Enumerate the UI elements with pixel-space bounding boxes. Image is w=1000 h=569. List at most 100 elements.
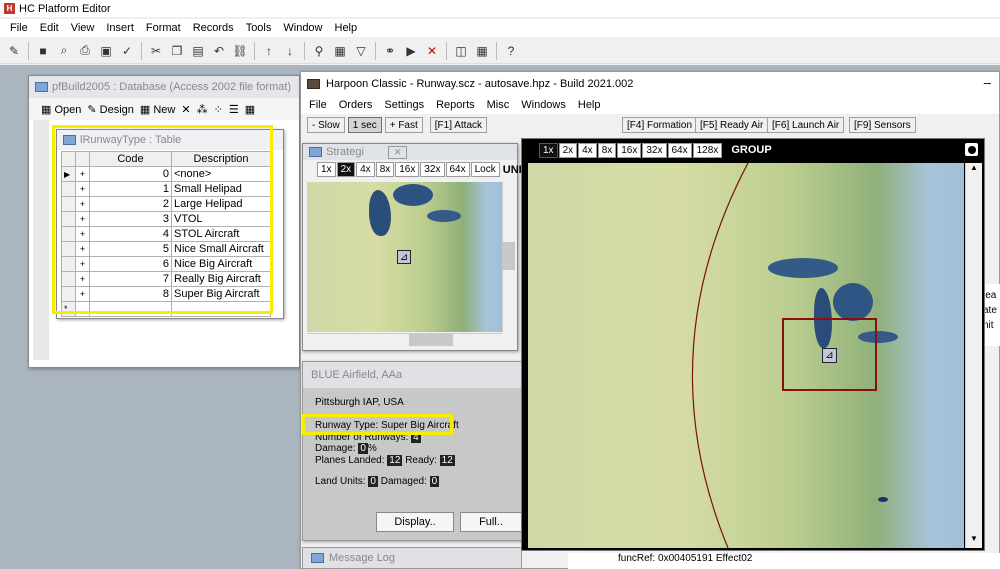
menu-format[interactable]: Format xyxy=(140,22,187,34)
copy-icon[interactable]: ❐ xyxy=(167,41,187,61)
table-row[interactable]: +1 Small Helipad xyxy=(61,181,271,197)
harpoon-menu-file[interactable]: File xyxy=(303,99,333,111)
table-row[interactable]: +4 STOL Aircraft xyxy=(61,226,271,242)
one-sec-button[interactable]: 1 sec xyxy=(347,117,382,133)
harpoon-menu-windows[interactable]: Windows xyxy=(515,99,572,111)
description-cell[interactable]: Really Big Aircraft xyxy=(171,271,271,287)
details-icon[interactable]: ▦ xyxy=(245,103,255,116)
description-cell[interactable]: Small Helipad xyxy=(171,181,271,197)
group-zoom-128x[interactable]: 128x xyxy=(692,142,723,158)
harpoon-menu-reports[interactable]: Reports xyxy=(430,99,481,111)
save-icon[interactable]: ■ xyxy=(33,41,53,61)
description-cell[interactable]: Large Helipad xyxy=(171,196,271,212)
code-cell[interactable]: 1 xyxy=(89,181,172,197)
find-icon[interactable]: ⚭ xyxy=(380,41,400,61)
row-selector[interactable] xyxy=(61,181,76,197)
harpoon-menu-help[interactable]: Help xyxy=(572,99,607,111)
group-zoom-32x[interactable]: 32x xyxy=(642,142,667,158)
menu-edit[interactable]: Edit xyxy=(34,22,65,34)
code-cell[interactable]: 3 xyxy=(89,211,172,227)
description-cell[interactable]: Super Big Aircraft xyxy=(171,286,271,302)
harpoon-menu-settings[interactable]: Settings xyxy=(378,99,430,111)
code-cell[interactable]: 6 xyxy=(89,256,172,272)
harpoon-menu-orders[interactable]: Orders xyxy=(333,99,379,111)
description-cell[interactable]: VTOL xyxy=(171,211,271,227)
new-button[interactable]: ▦ New xyxy=(140,103,175,116)
empty-cell[interactable] xyxy=(75,301,90,317)
menu-view[interactable]: View xyxy=(65,22,101,34)
code-cell[interactable]: 5 xyxy=(89,241,172,257)
row-selector[interactable] xyxy=(61,286,76,302)
delete-record-icon[interactable]: ✕ xyxy=(422,41,442,61)
expand-toggle[interactable]: + xyxy=(75,241,90,257)
menu-records[interactable]: Records xyxy=(187,22,240,34)
menu-file[interactable]: File xyxy=(4,22,34,34)
new-object-icon[interactable]: ▦ xyxy=(472,41,492,61)
print-icon[interactable]: ⎙ xyxy=(75,41,95,61)
sensors-button[interactable]: [F9] Sensors xyxy=(849,117,916,133)
database-window-icon[interactable]: ◫ xyxy=(451,41,471,61)
table-row[interactable]: +6 Nice Big Aircraft xyxy=(61,256,271,272)
new-record-icon[interactable]: ▶ xyxy=(401,41,421,61)
table-row[interactable]: ▶ +0 <none> xyxy=(61,166,271,182)
strategic-hscroll-thumb[interactable] xyxy=(409,334,453,346)
help-icon[interactable]: ? xyxy=(501,41,521,61)
strategic-map[interactable]: ⊿ xyxy=(307,182,502,332)
expand-toggle[interactable]: + xyxy=(75,256,90,272)
print-preview-icon[interactable]: ▣ xyxy=(96,41,116,61)
undo-icon[interactable]: ↶ xyxy=(209,41,229,61)
table-row[interactable]: +8 Super Big Aircraft xyxy=(61,286,271,302)
menu-help[interactable]: Help xyxy=(329,22,364,34)
message-log-window[interactable]: Message Log xyxy=(302,547,522,569)
minimize-button[interactable]: – xyxy=(984,75,991,90)
group-zoom-1x[interactable]: 1x xyxy=(539,142,558,158)
row-selector[interactable] xyxy=(61,241,76,257)
expand-toggle[interactable]: + xyxy=(75,271,90,287)
group-zoom-2x[interactable]: 2x xyxy=(558,142,578,158)
filter-form-icon[interactable]: ▦ xyxy=(330,41,350,61)
display-button[interactable]: Display.. xyxy=(376,512,454,532)
strategic-zoom-32x[interactable]: 32x xyxy=(420,162,445,177)
code-cell[interactable]: 4 xyxy=(89,226,172,242)
expand-toggle[interactable]: + xyxy=(75,166,90,182)
menu-tools[interactable]: Tools xyxy=(240,22,278,34)
empty-cell[interactable] xyxy=(171,301,271,317)
column-header-code[interactable]: Code xyxy=(89,151,172,167)
search-file-icon[interactable]: ⌕ xyxy=(54,41,74,61)
design-view-icon[interactable]: ✎ xyxy=(4,41,24,61)
expand-toggle[interactable]: + xyxy=(75,226,90,242)
table-row[interactable]: +5 Nice Small Aircraft xyxy=(61,241,271,257)
apply-filter-icon[interactable]: ▽ xyxy=(351,41,371,61)
strategic-zoom-16x[interactable]: 16x xyxy=(395,162,420,177)
group-zoom-64x[interactable]: 64x xyxy=(667,142,692,158)
code-cell[interactable]: 8 xyxy=(89,286,172,302)
record-toggle-icon[interactable] xyxy=(965,143,978,156)
strategic-zoom-4x[interactable]: 4x xyxy=(356,162,375,177)
large-icons-icon[interactable]: ⁂ xyxy=(197,103,208,116)
strategic-zoom-64x[interactable]: 64x xyxy=(445,162,470,177)
fast-button[interactable]: + Fast xyxy=(384,117,423,133)
description-cell[interactable]: <none> xyxy=(171,166,271,182)
sort-ascending-icon[interactable]: ↑ xyxy=(259,41,279,61)
strategic-zoom-8x[interactable]: 8x xyxy=(375,162,395,177)
launch-air-button[interactable]: [F6] Launch Air xyxy=(767,117,845,133)
strategic-hscroll[interactable] xyxy=(307,333,502,346)
strategic-vscroll[interactable] xyxy=(502,182,515,332)
description-cell[interactable]: STOL Aircraft xyxy=(171,226,271,242)
group-vscroll[interactable]: ▲ ▼ xyxy=(965,163,982,548)
code-cell[interactable]: 7 xyxy=(89,271,172,287)
scroll-up-arrow-icon[interactable]: ▲ xyxy=(966,163,982,177)
group-zoom-16x[interactable]: 16x xyxy=(617,142,642,158)
table-row[interactable]: +7 Really Big Aircraft xyxy=(61,271,271,287)
row-selector[interactable] xyxy=(61,211,76,227)
formation-button[interactable]: [F4] Formation xyxy=(622,117,698,133)
menu-insert[interactable]: Insert xyxy=(100,22,140,34)
strategic-zoom-1x[interactable]: 1x xyxy=(317,162,336,177)
new-record-row[interactable]: * xyxy=(61,301,271,317)
empty-cell[interactable] xyxy=(89,301,172,317)
airbase-marker-icon[interactable]: ⊿ xyxy=(822,348,837,363)
scroll-down-arrow-icon[interactable]: ▼ xyxy=(966,534,982,548)
menu-window[interactable]: Window xyxy=(277,22,328,34)
column-header-description[interactable]: Description xyxy=(171,151,271,167)
filter-selection-icon[interactable]: ⚲ xyxy=(309,41,329,61)
